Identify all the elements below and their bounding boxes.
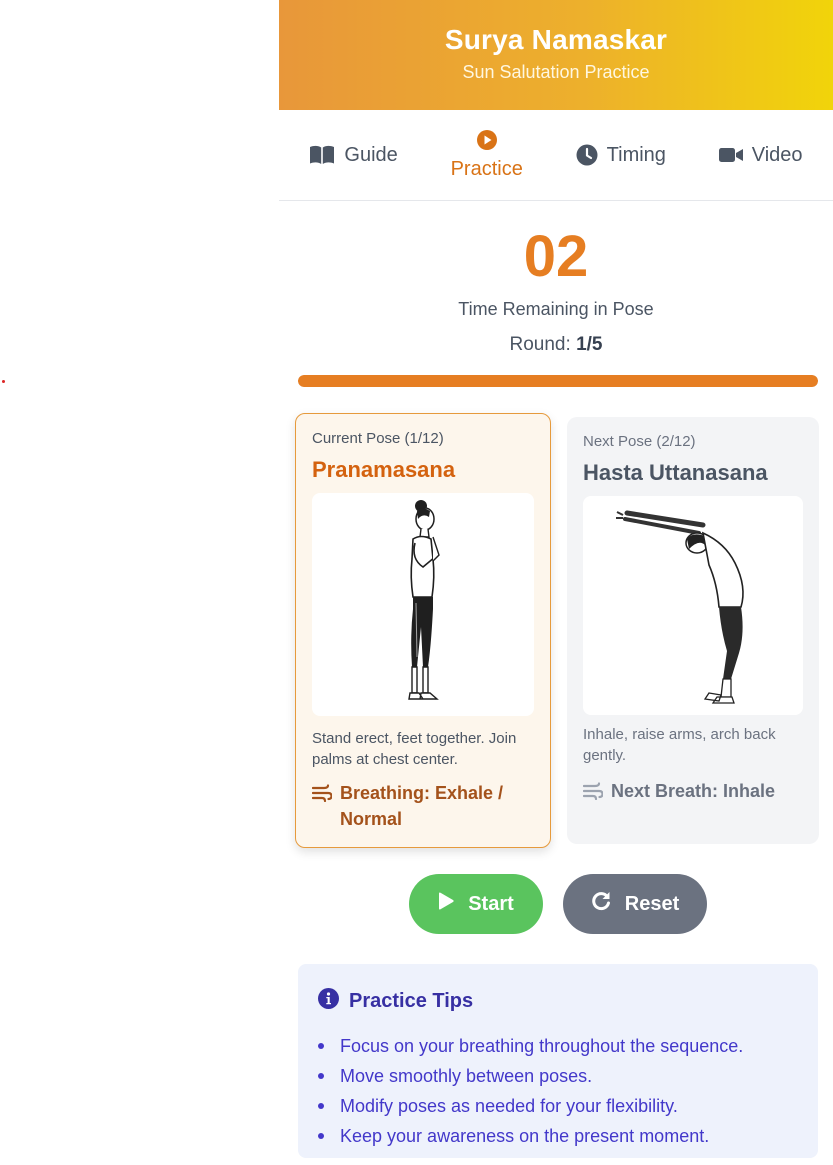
tab-guide[interactable]: Guide: [309, 143, 398, 167]
practice-tips-panel: Practice Tips Focus on your breathing th…: [298, 964, 818, 1158]
pose-timer: 02 Time Remaining in Pose Round: 1/5: [279, 201, 833, 356]
start-button[interactable]: Start: [409, 874, 543, 934]
round-label: Round:: [509, 334, 571, 355]
start-button-label: Start: [468, 892, 514, 915]
round-value: 1/5: [576, 334, 603, 355]
next-pose-name: Hasta Uttanasana: [583, 460, 768, 485]
app-header: Surya Namaskar Sun Salutation Practice: [279, 0, 833, 110]
play-icon: [438, 892, 454, 916]
tip-text: Keep your awareness on the present momen…: [340, 1125, 710, 1146]
tab-guide-label: Guide: [344, 143, 398, 166]
tab-timing-label: Timing: [606, 143, 666, 166]
current-breathing-text: Breathing: Exhale / Normal: [340, 783, 504, 829]
next-pose-description: Inhale, raise arms, arch back gently.: [583, 726, 776, 764]
practice-controls: Start Reset: [283, 874, 833, 934]
tab-timing[interactable]: Timing: [576, 144, 666, 167]
list-item: Focus on your breathing throughout the s…: [318, 1031, 798, 1061]
list-item: Move smoothly between poses.: [318, 1061, 798, 1091]
tip-text: Move smoothly between poses.: [340, 1065, 593, 1086]
timer-count: 02: [523, 224, 589, 289]
app-subtitle: Sun Salutation Practice: [462, 61, 650, 82]
current-pose-description: Stand erect, feet together. Join palms a…: [312, 730, 517, 768]
wind-icon: [311, 780, 333, 809]
info-icon: [318, 988, 339, 1015]
tab-bar: Guide Practice Timing Video: [279, 110, 833, 201]
list-item: Keep your awareness on the present momen…: [318, 1121, 798, 1151]
stray-red-dot: [2, 380, 5, 383]
play-circle-icon: [476, 129, 497, 150]
tip-text: Focus on your breathing throughout the s…: [340, 1035, 744, 1056]
pose-progress-fill: [298, 375, 818, 387]
raised-arms-figure: [616, 510, 744, 704]
pose-progress-bar: [298, 375, 818, 387]
reset-button[interactable]: Reset: [563, 874, 707, 934]
next-breathing: Next Breath: Inhale: [582, 778, 803, 807]
tab-practice-label: Practice: [450, 157, 523, 180]
tab-practice[interactable]: Practice: [450, 129, 523, 181]
wind-icon: [582, 778, 604, 807]
practice-tips-header: Practice Tips: [318, 988, 798, 1015]
tab-video-label: Video: [751, 143, 803, 166]
current-breathing: Breathing: Exhale / Normal: [311, 780, 534, 832]
pose-cards: Current Pose (1/12) Pranamasana Stand er…: [279, 413, 833, 853]
next-breathing-text: Next Breath: Inhale: [611, 781, 776, 801]
next-pose-card: Next Pose (2/12) Hasta Uttanasana Inhale…: [567, 417, 819, 844]
next-pose-illustration: [583, 496, 803, 715]
book-icon: [309, 145, 335, 165]
current-pose-illustration: [312, 493, 534, 716]
round-indicator: Round: 1/5: [279, 334, 833, 356]
reset-button-label: Reset: [624, 892, 680, 915]
practice-tips-title: Practice Tips: [349, 990, 474, 1012]
next-pose-index: Next Pose (2/12): [583, 433, 696, 450]
tip-text: Modify poses as needed for your flexibil…: [340, 1095, 678, 1116]
surya-namaskar-app: Surya Namaskar Sun Salutation Practice G…: [279, 0, 833, 1165]
video-camera-icon: [718, 146, 743, 164]
list-item: Modify poses as needed for your flexibil…: [318, 1091, 798, 1121]
current-pose-card: Current Pose (1/12) Pranamasana Stand er…: [295, 413, 551, 848]
prayer-pose-figure: [408, 500, 440, 700]
clock-icon: [576, 144, 598, 166]
tab-video[interactable]: Video: [718, 143, 803, 167]
redo-icon: [591, 891, 611, 917]
app-title: Surya Namaskar: [444, 23, 668, 55]
practice-tips-list: Focus on your breathing throughout the s…: [318, 1031, 798, 1151]
timer-label: Time Remaining in Pose: [458, 299, 654, 319]
current-pose-index: Current Pose (1/12): [312, 430, 444, 447]
current-pose-name: Pranamasana: [312, 457, 456, 482]
